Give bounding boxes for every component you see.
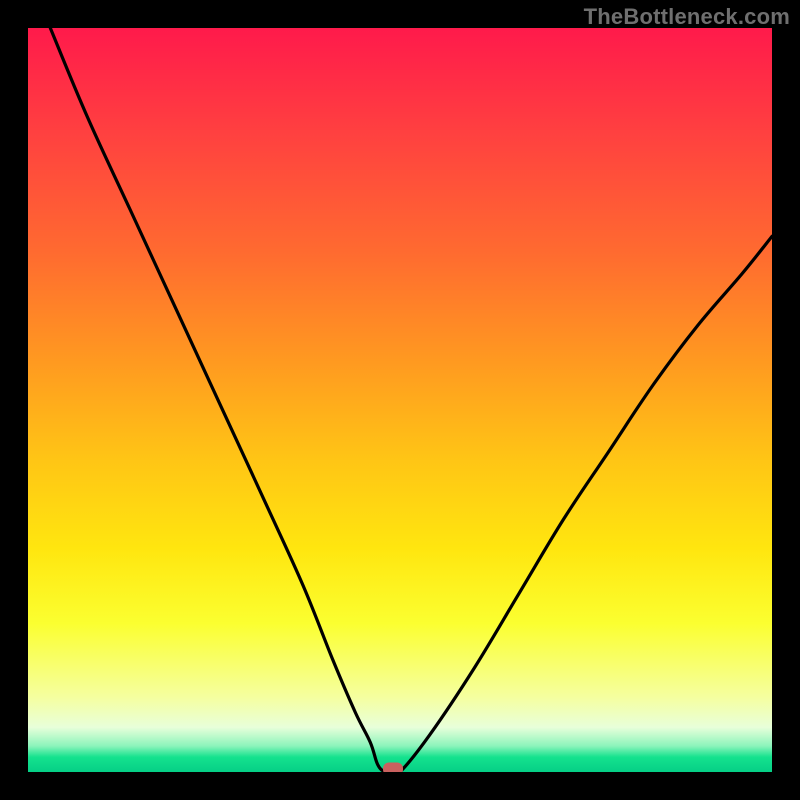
bottleneck-curve — [28, 28, 772, 772]
optimum-marker-icon — [383, 763, 403, 773]
plot-area — [28, 28, 772, 772]
chart-frame: TheBottleneck.com — [0, 0, 800, 800]
watermark-text: TheBottleneck.com — [584, 4, 790, 30]
